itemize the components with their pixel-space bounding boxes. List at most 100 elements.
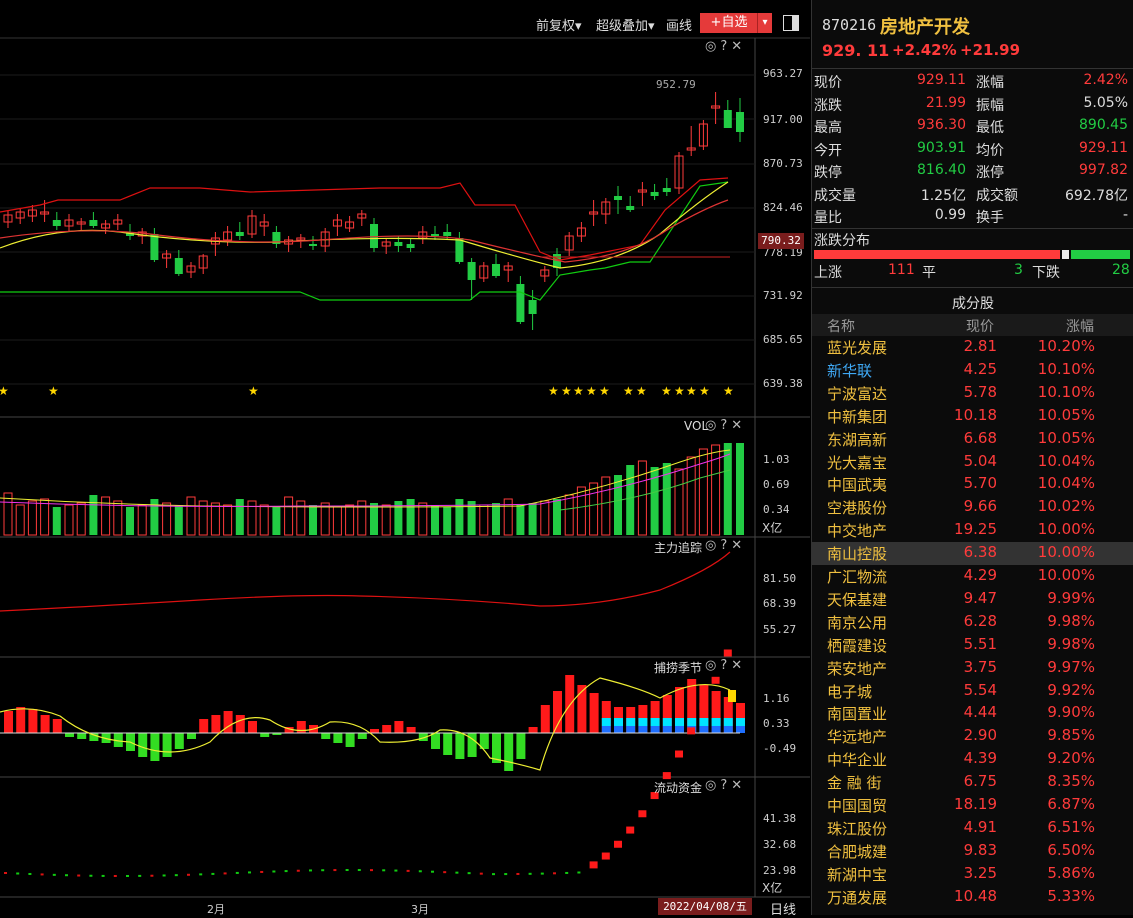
flow-mark xyxy=(4,872,7,874)
candle-body xyxy=(443,232,452,236)
constituent-row[interactable]: 宁波富达 5.78 10.10% xyxy=(812,382,1133,405)
season-bar xyxy=(150,733,160,761)
flow-mark xyxy=(309,869,312,872)
constituent-pct: 10.04% xyxy=(1037,451,1095,470)
volume-bar xyxy=(589,482,599,536)
vol-panel-controls-icon[interactable]: ◎?✕ xyxy=(705,418,746,433)
season-bar-cyan xyxy=(687,718,697,726)
constituent-row[interactable]: 中新集团 10.18 10.05% xyxy=(812,405,1133,428)
constituent-name: 金 融 街 xyxy=(827,774,882,793)
season-bar xyxy=(223,711,233,733)
season-bar xyxy=(40,715,50,733)
flow-mark xyxy=(321,869,325,872)
quote-row: 现价 929.11 涨幅 2.42% xyxy=(812,72,1133,94)
period-label[interactable]: 日线 xyxy=(770,899,796,918)
flow-controls-icon[interactable]: ◎?✕ xyxy=(705,778,746,793)
flow-mark xyxy=(406,869,410,872)
flow-mark xyxy=(272,870,276,873)
constituent-price: 10.18 xyxy=(954,405,997,424)
constituent-row[interactable]: 中国国贸 18.19 6.87% xyxy=(812,794,1133,817)
flow-tick: 32.68 xyxy=(763,838,797,851)
constituent-row[interactable]: 蓝光发展 2.81 10.20% xyxy=(812,336,1133,359)
constituent-row[interactable]: 万通发展 10.48 5.33% xyxy=(812,886,1133,909)
flow-mark xyxy=(687,727,696,735)
constituent-pct: 10.02% xyxy=(1037,497,1095,516)
season-bar xyxy=(345,733,355,747)
constituent-name: 合肥城建 xyxy=(827,842,888,861)
constituent-row[interactable]: 华远地产 2.90 9.85% xyxy=(812,725,1133,748)
season-bar-cyan xyxy=(662,718,672,726)
volume-bar xyxy=(320,502,330,536)
constituent-row[interactable]: 天保基建 9.47 9.99% xyxy=(812,588,1133,611)
quote-label: 现价 xyxy=(814,75,842,91)
constituent-price: 5.54 xyxy=(963,680,997,699)
constituent-pct: 10.04% xyxy=(1037,474,1095,493)
header-pct[interactable]: 涨幅 xyxy=(1066,316,1094,336)
volume-bar xyxy=(210,502,220,536)
quote-row: 最高 936.30 最低 890.45 xyxy=(812,117,1133,139)
season-bar xyxy=(65,733,74,737)
candle-body xyxy=(52,220,61,226)
volume-bar xyxy=(52,507,61,535)
kline-chart-area[interactable]: 前复权▾ 超级叠加▾ 画线 +自选 ▾ ★ ★ ★ ★ ★ ★ ★ ★ ★ ★ ★ ★ ★ ★ ★ 963.… xyxy=(0,0,810,918)
header-price[interactable]: 现价 xyxy=(966,316,994,336)
constituent-name: 光大嘉宝 xyxy=(827,453,888,472)
constituent-row[interactable]: 新华联 4.25 10.10% xyxy=(812,359,1133,382)
flow-mark xyxy=(211,872,215,875)
season-bar-yellow xyxy=(728,690,736,702)
constituent-row[interactable]: 光大嘉宝 5.04 10.04% xyxy=(812,451,1133,474)
constituent-price: 3.25 xyxy=(963,863,997,882)
constituent-pct: 9.98% xyxy=(1047,611,1095,630)
quote-value: 929.11 xyxy=(917,72,966,88)
flow-mark xyxy=(65,874,68,877)
constituent-row[interactable]: 合肥城建 9.83 6.50% xyxy=(812,840,1133,863)
constituent-row[interactable]: 东湖高新 6.68 10.05% xyxy=(812,428,1133,451)
constituent-row[interactable]: 中交地产 19.25 10.00% xyxy=(812,519,1133,542)
constituent-row[interactable]: 珠江股份 4.91 6.51% xyxy=(812,817,1133,840)
season-bar-cyan xyxy=(675,718,684,726)
header-name[interactable]: 名称 xyxy=(827,316,855,336)
constituent-row[interactable]: 广汇物流 4.29 10.00% xyxy=(812,565,1133,588)
constituent-row[interactable]: 南山控股 6.38 10.00% xyxy=(812,542,1133,566)
constituent-row[interactable]: 电子城 5.54 9.92% xyxy=(812,680,1133,703)
flow-mark xyxy=(467,872,471,875)
season-bar xyxy=(77,733,87,739)
season-controls-icon[interactable]: ◎?✕ xyxy=(705,658,746,673)
candle-body xyxy=(309,244,317,246)
flow-mark xyxy=(40,873,44,876)
quote-label: 最高 xyxy=(814,120,842,136)
constituent-row[interactable]: 空港股份 9.66 10.02% xyxy=(812,496,1133,519)
quote-label: 涨幅 xyxy=(976,75,1004,91)
volume-bar xyxy=(516,505,525,535)
volume-bar xyxy=(614,475,622,535)
main-panel-controls-icon[interactable]: ◎?✕ xyxy=(705,39,746,54)
constituent-name: 中华企业 xyxy=(827,751,888,770)
candle-body xyxy=(736,112,744,132)
constituent-pct: 10.00% xyxy=(1037,520,1095,539)
season-bar xyxy=(187,733,196,739)
season-bar xyxy=(4,711,13,733)
constituent-row[interactable]: 金 融 街 6.75 8.35% xyxy=(812,771,1133,794)
flow-tick: 23.98 xyxy=(763,864,797,877)
main-force-tick: 55.27 xyxy=(763,623,797,636)
flow-mark xyxy=(223,872,227,875)
constituent-row[interactable]: 中国武夷 5.70 10.04% xyxy=(812,473,1133,496)
crosshair-date-label: 2022/04/08/五 xyxy=(658,898,752,915)
constituent-row[interactable]: 栖霞建设 5.51 9.98% xyxy=(812,634,1133,657)
constituent-price: 4.44 xyxy=(963,703,997,722)
constituent-row[interactable]: 新湖中宝 3.25 5.86% xyxy=(812,863,1133,886)
season-bar xyxy=(357,733,367,739)
main-force-controls-icon[interactable]: ◎?✕ xyxy=(705,538,746,553)
constituent-row[interactable]: 中华企业 4.39 9.20% xyxy=(812,748,1133,771)
constituent-row[interactable]: 南国置业 4.44 9.90% xyxy=(812,702,1133,725)
price-tick: 639.38 xyxy=(763,377,803,390)
distribution-title: 涨跌分布 xyxy=(814,233,870,249)
flow-mark xyxy=(345,869,349,872)
constituent-row[interactable]: 南京公用 6.28 9.98% xyxy=(812,611,1133,634)
constituent-row[interactable]: 荣安地产 3.75 9.97% xyxy=(812,657,1133,680)
flow-mark xyxy=(89,874,93,877)
season-bar-blue xyxy=(614,726,623,733)
constituent-price: 4.91 xyxy=(963,817,997,836)
volume-bar xyxy=(186,496,196,536)
flow-mark xyxy=(16,872,20,875)
